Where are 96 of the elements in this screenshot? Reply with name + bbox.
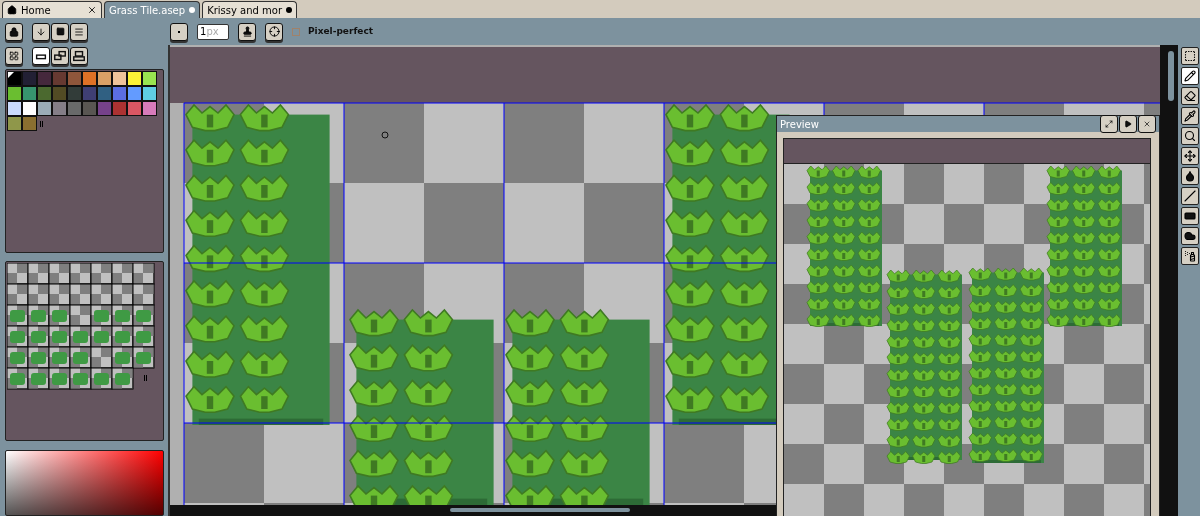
palette-swatch[interactable]	[22, 101, 37, 116]
document-tab[interactable]: Krissy and mor	[202, 1, 298, 18]
tool-button[interactable]	[1181, 67, 1199, 85]
palette-swatch[interactable]	[82, 86, 97, 101]
move-icon	[1184, 150, 1196, 162]
play-icon	[1124, 120, 1132, 128]
palette-swatch[interactable]	[127, 71, 142, 86]
palette-swatch[interactable]	[22, 71, 37, 86]
tool-button[interactable]	[1181, 107, 1199, 125]
tool-button[interactable]	[1181, 127, 1199, 145]
palette-swatch[interactable]	[52, 86, 67, 101]
tool-button[interactable]	[1181, 167, 1199, 185]
crosshair-icon	[268, 26, 280, 37]
color-gradient-picker[interactable]	[5, 450, 164, 516]
tool-button[interactable]	[1181, 247, 1199, 265]
play-button[interactable]	[1119, 115, 1137, 133]
palette-swatch[interactable]	[7, 101, 22, 116]
palette-swatch[interactable]	[67, 101, 82, 116]
brush-size-field[interactable]: 1px	[197, 23, 229, 40]
tool-button[interactable]	[1181, 87, 1199, 105]
tab-label: Krissy and mor	[207, 3, 283, 18]
document-tab[interactable]: Home	[2, 1, 102, 18]
palette-swatch[interactable]	[37, 101, 52, 116]
tool-button[interactable]	[1181, 187, 1199, 205]
square-icon	[55, 27, 65, 36]
palette-swatch[interactable]	[7, 71, 22, 86]
palette-swatch[interactable]	[112, 101, 127, 116]
palette-swatch[interactable]	[112, 71, 127, 86]
pencil-icon	[1184, 70, 1196, 82]
palette-swatch[interactable]	[127, 101, 142, 116]
palette-swatch[interactable]	[37, 86, 52, 101]
menu-icon	[74, 26, 84, 37]
tool-button[interactable]	[1181, 47, 1199, 65]
close-icon[interactable]	[87, 5, 97, 15]
palette-swatch[interactable]	[97, 101, 112, 116]
zoom-icon	[1184, 130, 1196, 142]
layer-mode-button[interactable]	[51, 46, 69, 65]
palette-swatch[interactable]	[37, 71, 52, 86]
drop-icon	[1184, 170, 1196, 182]
down-arrow-icon	[36, 26, 46, 37]
tool-button[interactable]	[1181, 227, 1199, 245]
tool-button[interactable]	[1181, 207, 1199, 225]
palette-swatch[interactable]	[112, 86, 127, 101]
blob-icon	[1184, 230, 1196, 242]
palette-swatch[interactable]	[22, 86, 37, 101]
target-button[interactable]	[265, 22, 283, 41]
rectangle-icon	[1184, 210, 1196, 222]
palette-swatch[interactable]	[142, 71, 157, 86]
maximize-icon	[1105, 120, 1113, 128]
palette-swatch[interactable]	[67, 71, 82, 86]
close-button[interactable]	[1138, 115, 1156, 133]
tool-button[interactable]	[1181, 147, 1199, 165]
tab-label: Home	[21, 3, 52, 18]
palette-swatch[interactable]	[22, 116, 37, 131]
eyedropper-icon	[1184, 110, 1196, 122]
menu-button[interactable]	[70, 22, 88, 41]
maximize-button[interactable]	[1100, 115, 1118, 133]
spray-icon	[1184, 250, 1196, 262]
palette-swatch[interactable]	[142, 101, 157, 116]
palette-swatch[interactable]	[142, 86, 157, 101]
grid-icon	[9, 50, 19, 61]
palette-swatch[interactable]	[82, 101, 97, 116]
palette-swatch[interactable]	[82, 71, 97, 86]
palette-swatch[interactable]	[52, 101, 67, 116]
line-icon	[1184, 190, 1196, 202]
layer-mode-button[interactable]	[70, 46, 88, 65]
palette-swatch[interactable]	[97, 71, 112, 86]
pixel-perfect-checkbox[interactable]	[292, 27, 300, 36]
lock-button[interactable]	[5, 22, 23, 41]
eraser-icon	[1184, 90, 1196, 102]
down-arrow-button[interactable]	[32, 22, 50, 41]
palette-swatch[interactable]	[67, 86, 82, 101]
pixel-perfect-label: Pixel-perfect	[308, 24, 374, 38]
tab-label: Grass Tile.asep	[109, 3, 186, 18]
square-button[interactable]	[51, 22, 69, 41]
layer-mode-icon	[53, 48, 67, 63]
grid-button[interactable]	[5, 46, 23, 65]
close-icon	[1143, 120, 1151, 128]
resize-handle-icon[interactable]	[40, 120, 43, 127]
palette-swatch[interactable]	[52, 71, 67, 86]
stamp-button[interactable]	[238, 22, 256, 41]
palette-swatch[interactable]	[127, 86, 142, 101]
vertical-scrollbar[interactable]	[1164, 45, 1178, 516]
palette-swatch[interactable]	[97, 86, 112, 101]
layer-mode-icon	[72, 48, 86, 63]
stamp-icon	[241, 26, 253, 37]
selected-corner-icon	[8, 72, 14, 78]
brush-shape-button[interactable]	[170, 22, 188, 41]
layer-mode-button[interactable]	[32, 46, 50, 65]
preview-title: Preview	[780, 117, 820, 132]
resize-handle-icon[interactable]	[144, 375, 147, 381]
palette-swatch[interactable]	[7, 116, 22, 131]
palette-swatch[interactable]	[7, 86, 22, 101]
home-icon	[7, 5, 17, 15]
lock-icon	[9, 26, 19, 37]
marquee-icon	[1184, 50, 1196, 62]
